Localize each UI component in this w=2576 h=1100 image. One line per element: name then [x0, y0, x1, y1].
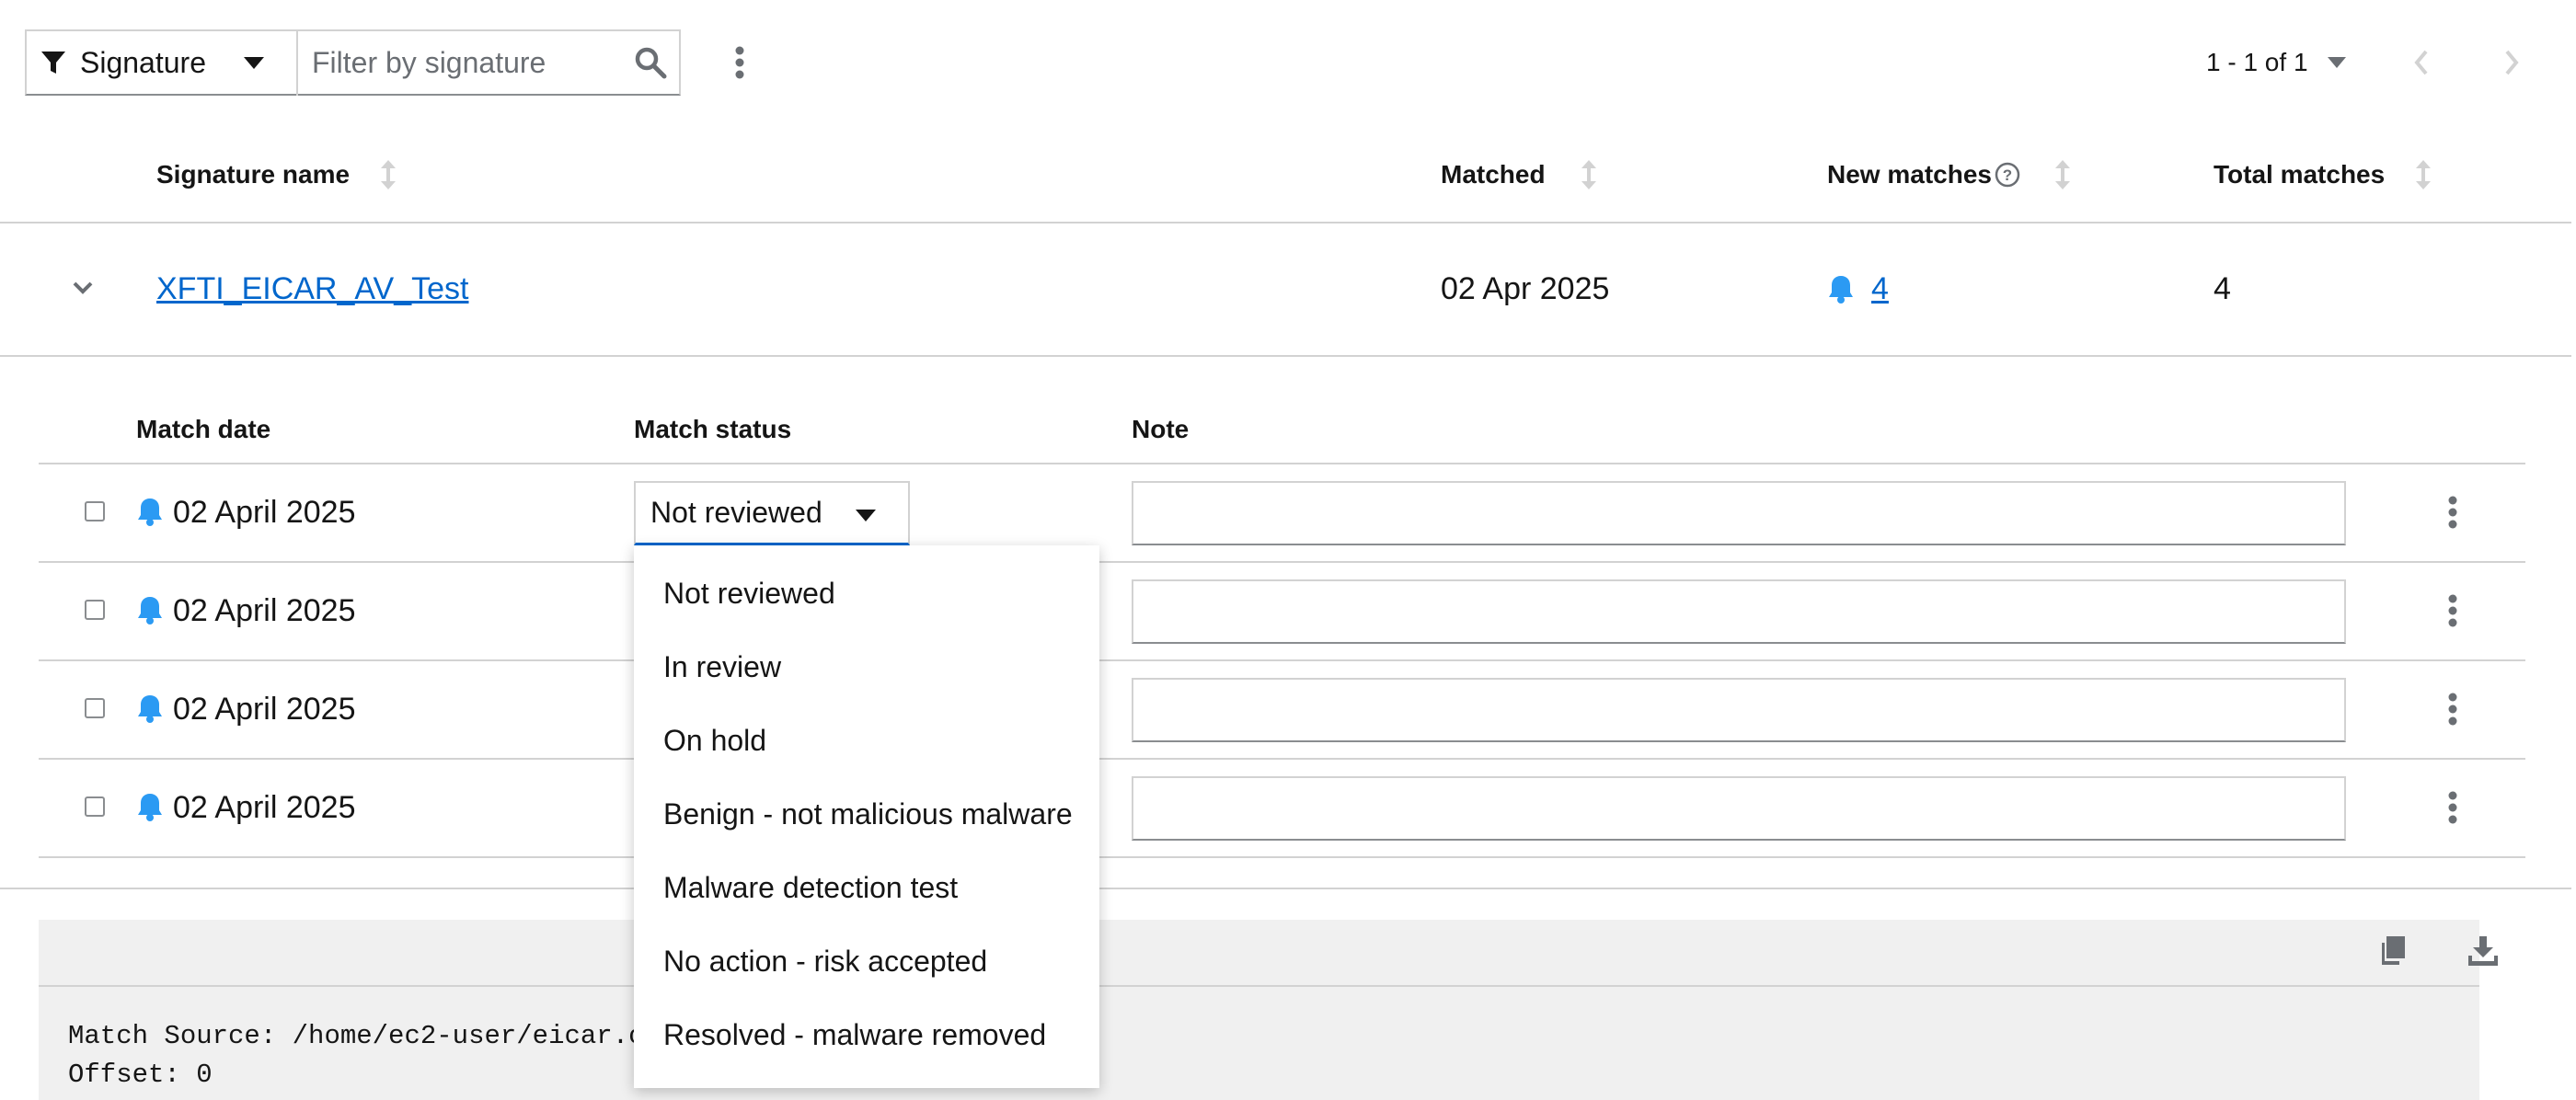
status-option[interactable]: No action - risk accepted — [663, 945, 987, 979]
status-option[interactable]: Not reviewed — [663, 577, 835, 611]
previous-page-icon[interactable] — [2414, 50, 2429, 75]
caret-down-icon — [244, 57, 264, 69]
sort-icon[interactable] — [2054, 160, 2071, 189]
kebab-icon[interactable] — [2447, 693, 2458, 726]
status-option[interactable]: Malware detection test — [663, 871, 958, 905]
match-date: 02 April 2025 — [173, 692, 356, 727]
sort-icon[interactable] — [380, 160, 397, 189]
match-date: 02 April 2025 — [173, 790, 356, 825]
total-matches: 4 — [2214, 271, 2231, 306]
status-option[interactable]: On hold — [663, 724, 766, 758]
match-date: 02 April 2025 — [173, 495, 356, 530]
section-divider — [0, 888, 2571, 889]
row-checkbox[interactable] — [85, 698, 105, 718]
row-checkbox[interactable] — [85, 501, 105, 521]
filter-attribute-select[interactable]: Signature — [25, 29, 298, 96]
copy-icon[interactable] — [2379, 935, 2407, 967]
match-status-select[interactable]: Not reviewed — [634, 481, 910, 545]
row-expand-toggle-icon[interactable] — [73, 281, 93, 294]
subtable-row-divider — [39, 758, 2525, 760]
note-field[interactable] — [1132, 776, 2346, 841]
column-header-new-matches[interactable]: New matches — [1827, 160, 1992, 189]
match-status-value: Not reviewed — [650, 496, 822, 529]
next-page-icon[interactable] — [2504, 50, 2519, 75]
note-field[interactable] — [1132, 678, 2346, 742]
pagination-caret-icon[interactable] — [2328, 57, 2346, 68]
row-checkbox[interactable] — [85, 796, 105, 817]
kebab-icon[interactable] — [2447, 496, 2458, 529]
match-date: 02 April 2025 — [173, 593, 356, 628]
kebab-icon[interactable] — [2447, 791, 2458, 824]
svg-text:?: ? — [2003, 166, 2012, 184]
signature-name-link[interactable]: XFTI_EICAR_AV_Test — [156, 271, 469, 307]
header-divider — [0, 222, 2571, 223]
match-status-menu: Not reviewed In review On hold Benign - … — [634, 545, 1099, 1088]
column-header-note: Note — [1132, 415, 1190, 443]
matched-date: 02 Apr 2025 — [1441, 271, 1610, 306]
status-option[interactable]: Resolved - malware removed — [663, 1018, 1046, 1052]
kebab-icon[interactable] — [2447, 594, 2458, 627]
code-block-header-divider — [39, 985, 2479, 987]
code-line: Offset: 0 — [68, 1060, 213, 1090]
subtable-row-divider — [39, 659, 2525, 661]
sort-icon[interactable] — [2415, 160, 2432, 189]
caret-down-icon — [856, 510, 876, 521]
bell-icon — [1827, 274, 1855, 304]
help-icon[interactable]: ? — [1995, 162, 2020, 188]
column-header-matched[interactable]: Matched — [1441, 160, 1546, 189]
bell-icon — [136, 497, 164, 526]
column-header-signature-name[interactable]: Signature name — [156, 160, 350, 189]
status-option[interactable]: In review — [663, 650, 781, 684]
note-field[interactable] — [1132, 579, 2346, 644]
new-matches-link[interactable]: 4 — [1871, 271, 1889, 307]
download-icon[interactable] — [2467, 935, 2499, 967]
pagination-label[interactable]: 1 - 1 of 1 — [2206, 48, 2308, 77]
subtable-row-divider — [39, 856, 2525, 858]
row-divider — [0, 355, 2571, 357]
subtable-header-divider — [39, 463, 2525, 464]
bell-icon — [136, 693, 164, 723]
column-header-match-date: Match date — [136, 415, 271, 443]
code-block — [39, 920, 2479, 1100]
search-icon[interactable] — [634, 46, 667, 79]
bell-icon — [136, 595, 164, 624]
row-checkbox[interactable] — [85, 600, 105, 620]
sort-icon[interactable] — [1581, 160, 1597, 189]
subtable-row-divider — [39, 561, 2525, 563]
note-field[interactable] — [1132, 481, 2346, 545]
status-option[interactable]: Benign - not malicious malware — [663, 797, 1073, 831]
kebab-icon[interactable] — [734, 46, 745, 79]
column-header-total-matches[interactable]: Total matches — [2214, 160, 2385, 189]
filter-icon — [40, 49, 67, 76]
column-header-match-status: Match status — [634, 415, 792, 443]
bell-icon — [136, 792, 164, 821]
search-input[interactable] — [299, 31, 630, 94]
filter-attribute-label: Signature — [80, 45, 206, 79]
code-line: Match Source: /home/ec2-user/eicar.co — [68, 1021, 661, 1051]
